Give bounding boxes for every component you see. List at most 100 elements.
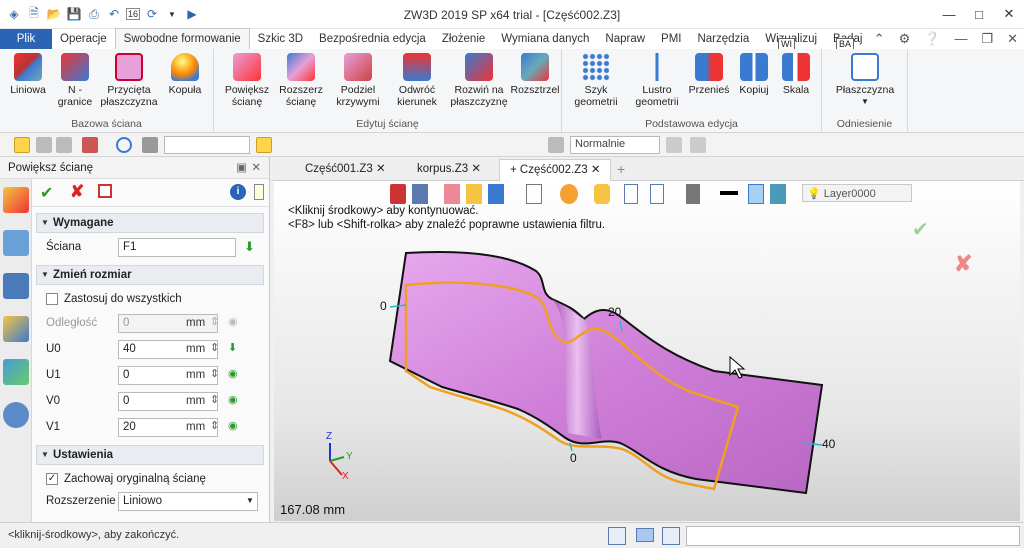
v0-pick-icon[interactable]: ◉	[228, 393, 238, 406]
panel-help-icon[interactable]	[254, 184, 264, 200]
rozszerz-sciane-button[interactable]: Rozszerz ścianę	[276, 53, 326, 108]
image-icon[interactable]	[2, 359, 29, 385]
extension-select[interactable]: Liniowo	[118, 492, 258, 511]
tab-narzedzia[interactable]: Narzędzia	[689, 29, 757, 49]
u0-spinner-icon[interactable]: ⇕	[210, 341, 219, 354]
new-tab-icon[interactable]: +	[617, 161, 625, 177]
settings-gear-icon[interactable]: ⚙	[899, 31, 911, 47]
doc-tab-czesc002[interactable]: + Część002.Z3 ✕	[499, 159, 611, 181]
podziel-krzywymi-button[interactable]: Podziel krzywymi	[332, 53, 384, 108]
select-pointer-icon[interactable]	[14, 137, 30, 153]
tab-wymiana-danych[interactable]: Wymiana danych	[493, 29, 597, 49]
collapse-ribbon-icon[interactable]: ⌃	[874, 31, 885, 47]
dim-label-right[interactable]: 40	[822, 437, 835, 451]
plaszczyzna-button[interactable]: Płaszczyzna ▼	[830, 53, 900, 108]
filter-icon[interactable]	[142, 137, 158, 153]
view-manager-icon[interactable]	[2, 316, 29, 342]
pick-edge-icon[interactable]	[56, 137, 72, 153]
tab-zlozenie[interactable]: Złożenie	[434, 29, 493, 49]
powieksz-sciane-button[interactable]: Powiększ ścianę	[222, 53, 272, 108]
u1-pick-icon[interactable]: ◉	[228, 367, 238, 380]
tab-operacje[interactable]: Operacje	[52, 29, 115, 49]
apply-all-checkbox[interactable]	[46, 293, 58, 305]
help-icon[interactable]: ❔	[924, 31, 940, 47]
surface-face[interactable]	[388, 250, 824, 495]
distance-pick-icon[interactable]: ◉	[228, 315, 238, 328]
u1-spinner-icon[interactable]: ⇕	[210, 367, 219, 380]
przenies-button[interactable]: Przenieś	[688, 53, 730, 96]
surface-model[interactable]	[274, 181, 1020, 521]
dim-label-top[interactable]: 20	[608, 305, 621, 319]
pick-circle-icon[interactable]	[116, 137, 132, 153]
rozsztrzel-button[interactable]: Rozsztrzel	[510, 53, 560, 96]
plaszczyzna-dropdown-icon[interactable]: ▼	[830, 96, 900, 108]
command-input[interactable]	[686, 526, 1020, 546]
cancel-x-viewport-icon[interactable]: ✘	[954, 251, 972, 277]
doc-close-icon[interactable]: ✕	[1007, 31, 1018, 47]
section-wymagane[interactable]: Wymagane	[36, 213, 264, 233]
extension-dropdown-icon[interactable]: ▼	[246, 496, 254, 505]
tab-pmi[interactable]: PMI	[653, 29, 689, 49]
tab-szkic-3d[interactable]: Szkic 3D	[250, 29, 311, 49]
section-zmien-rozmiar[interactable]: Zmień rozmiar	[36, 265, 264, 285]
face-filter-icon[interactable]	[256, 137, 272, 153]
kopiuj-button[interactable]: Kopiuj	[734, 53, 774, 96]
tab-bezposrednia-edycja[interactable]: Bezpośrednia edycja	[311, 29, 434, 49]
kopula-button[interactable]: Kopuła	[162, 53, 208, 96]
ok-check-icon[interactable]: ✔	[40, 183, 53, 203]
keep-original-checkbox[interactable]: ✓	[46, 473, 58, 485]
v1-pick-icon[interactable]: ◉	[228, 419, 238, 432]
doc-minimize-icon[interactable]: —	[954, 31, 967, 47]
dim-label-bottom[interactable]: 0	[570, 451, 577, 465]
3d-viewport[interactable]: 💡 Layer0000 <Kliknij środkowy> aby konty…	[274, 181, 1020, 521]
liniowa-button[interactable]: Liniowa	[6, 53, 50, 96]
odwroc-kierunek-button[interactable]: Odwróć kierunek	[390, 53, 444, 108]
face-input[interactable]: F1	[118, 238, 236, 257]
maximize-button[interactable]: □	[964, 0, 994, 28]
close-button[interactable]: ✕	[994, 0, 1024, 28]
tab-plik[interactable]: Plik	[0, 29, 52, 49]
distance-spinner-icon[interactable]: ⇕	[210, 315, 219, 328]
status-monitor-icon[interactable]	[636, 528, 654, 542]
doc-restore-icon[interactable]: ❐	[981, 31, 993, 47]
pick-cursor-alt-icon[interactable]	[690, 137, 706, 153]
status-text-icon[interactable]	[608, 527, 626, 545]
hierarchy-icon[interactable]	[2, 273, 29, 299]
info-icon[interactable]: i	[230, 184, 246, 200]
doc-tab-korpus[interactable]: korpus.Z3 ✕	[407, 159, 491, 181]
pick-cursor-icon[interactable]	[666, 137, 682, 153]
status-window-icon[interactable]	[662, 527, 680, 545]
dim-label-left[interactable]: 0	[380, 299, 387, 313]
doc-tab-czesc001[interactable]: Część001.Z3 ✕	[295, 159, 391, 181]
panel-close-icon[interactable]: ✕	[251, 157, 261, 179]
user-icon[interactable]	[2, 402, 29, 428]
szyk-geometrii-button[interactable]: Szyk geometrii	[568, 53, 624, 108]
filter-combo[interactable]	[164, 136, 250, 154]
apply-icon[interactable]	[98, 184, 112, 198]
panel-pin-icon[interactable]: ▣	[236, 157, 247, 179]
pick-point-icon[interactable]	[36, 137, 52, 153]
doc-tab-close-icon[interactable]: ✕	[471, 163, 481, 175]
snap-icon[interactable]	[548, 137, 564, 153]
tab-swobodne-formowanie[interactable]: Swobodne formowanie	[114, 28, 250, 49]
accept-check-icon[interactable]: ✔	[912, 217, 929, 242]
section-ustawienia[interactable]: Ustawienia	[36, 445, 264, 465]
n-granice-button[interactable]: N - granice	[52, 53, 98, 108]
mode-combo[interactable]: Normalnie	[570, 136, 660, 154]
v1-spinner-icon[interactable]: ⇕	[210, 419, 219, 432]
minimize-button[interactable]: —	[934, 0, 964, 28]
cancel-x-icon[interactable]: ✘	[70, 182, 84, 202]
u0-pick-icon[interactable]: ⬇	[228, 341, 237, 354]
doc-tab-close-icon[interactable]: ✕	[376, 163, 386, 175]
pick-grid-icon[interactable]	[82, 137, 98, 153]
assembly-icon[interactable]	[2, 230, 29, 256]
lustro-geometrii-button[interactable]: Lustro geometrii	[628, 53, 686, 108]
v0-spinner-icon[interactable]: ⇕	[210, 393, 219, 406]
doc-tab-close-icon[interactable]: ✕	[591, 164, 601, 176]
face-pick-icon[interactable]: ⬇	[244, 239, 255, 255]
skala-button[interactable]: Skala	[776, 53, 816, 96]
tab-napraw[interactable]: Napraw	[597, 29, 653, 49]
feature-tree-icon[interactable]	[2, 187, 29, 213]
rozwin-na-plaszczyzne-button[interactable]: Rozwiń na płaszczyznę	[448, 53, 510, 108]
przycieta-plaszczyzna-button[interactable]: Przycięta płaszczyzna	[100, 53, 158, 108]
